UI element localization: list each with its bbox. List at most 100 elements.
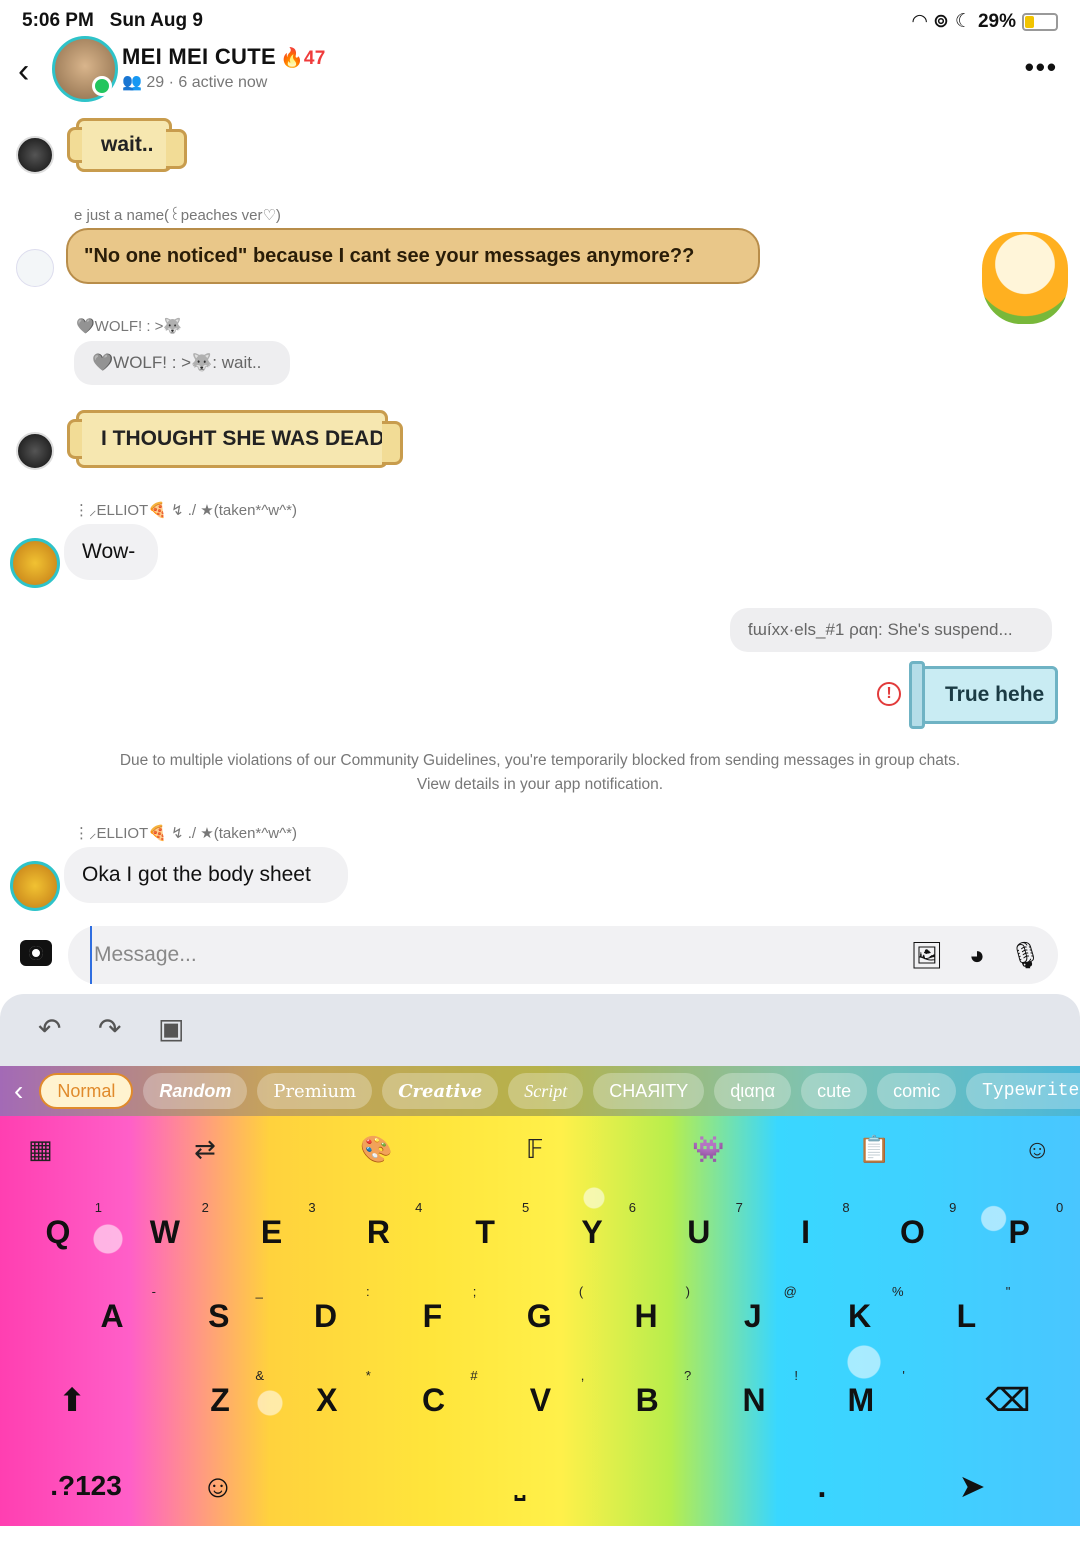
font-chip-diana[interactable]: ɖιαηα: [714, 1073, 792, 1109]
gallery-icon[interactable]: 🖼: [910, 938, 944, 972]
key-hint: &: [255, 1368, 264, 1383]
camera-icon[interactable]: [20, 940, 52, 966]
key-hint: 2: [201, 1200, 209, 1215]
shift-key[interactable]: ⬆: [22, 1364, 122, 1436]
message-bubble[interactable]: Wow-: [64, 524, 158, 580]
key-label: A: [100, 1297, 124, 1334]
font-chip-script[interactable]: Script: [508, 1073, 584, 1109]
avatar[interactable]: [16, 249, 54, 287]
font-chip-typewriter[interactable]: Typewriter: [966, 1073, 1080, 1109]
key-e[interactable]: E3: [222, 1196, 322, 1268]
message-bubble[interactable]: "No one noticed" because I cant see your…: [66, 228, 760, 284]
key-k[interactable]: K%: [810, 1280, 910, 1352]
key-n[interactable]: N!: [704, 1364, 804, 1436]
redo-icon[interactable]: ↷: [98, 1012, 121, 1045]
avatar[interactable]: [10, 861, 60, 911]
key-label: M: [847, 1381, 875, 1418]
sender-name: ⋮⸝ELLIOT🍕 ↯ ./ ★(taken*^w^*): [74, 502, 297, 519]
period-key[interactable]: .: [772, 1450, 872, 1522]
key-label: C: [422, 1381, 446, 1418]
members-icon: 👥: [122, 74, 142, 91]
message-composer: 🖼 ◕ 🎙: [0, 926, 1080, 984]
key-l[interactable]: L ": [916, 1280, 1016, 1352]
key-g[interactable]: G(: [489, 1280, 589, 1352]
key-f[interactable]: F;: [382, 1280, 482, 1352]
key-t[interactable]: T5: [435, 1196, 535, 1268]
notice-line: View details in your app notification.: [416, 776, 664, 793]
reply-preview[interactable]: ƭɯíxx·els_#1 ραη: She's suspend...: [730, 608, 1052, 652]
space-key[interactable]: ⎵: [300, 1450, 740, 1522]
font-chip-creative[interactable]: Creative: [382, 1073, 499, 1109]
avatar[interactable]: [16, 432, 54, 470]
key-q[interactable]: Q1: [8, 1196, 108, 1268]
avatar[interactable]: [16, 136, 54, 174]
translate-icon[interactable]: ⇄: [194, 1134, 216, 1165]
key-d[interactable]: D:: [276, 1280, 376, 1352]
backspace-key[interactable]: ⌫: [958, 1364, 1058, 1436]
key-c[interactable]: C #: [384, 1364, 484, 1436]
key-j[interactable]: J @: [703, 1280, 803, 1352]
key-b[interactable]: B?: [597, 1364, 697, 1436]
avatar[interactable]: [10, 538, 60, 588]
font-chip-random[interactable]: Random: [143, 1073, 248, 1109]
key-z[interactable]: Z &: [170, 1364, 270, 1436]
apps-grid-icon[interactable]: ▦: [28, 1134, 53, 1165]
key-hint: ,: [580, 1368, 585, 1383]
error-icon[interactable]: !: [877, 682, 901, 706]
wifi-icon: ◠: [912, 11, 927, 32]
font-chip-charity[interactable]: ϹHΑЯITY: [593, 1073, 705, 1109]
chat-subtitle: 👥 29 · 6 active now: [122, 74, 268, 91]
message-bubble[interactable]: Oka I got the body sheet: [64, 847, 348, 903]
key-label: N: [742, 1381, 766, 1418]
key-hint: 6: [628, 1200, 636, 1215]
font-icon[interactable]: 𝔽: [526, 1134, 544, 1165]
font-chip-premium[interactable]: Premium: [257, 1073, 373, 1109]
numbers-key[interactable]: .?123: [36, 1450, 136, 1522]
key-y[interactable]: Y6: [542, 1196, 642, 1268]
key-h[interactable]: H): [596, 1280, 696, 1352]
back-icon[interactable]: ‹: [18, 52, 29, 91]
key-x[interactable]: X *: [277, 1364, 377, 1436]
chat-title[interactable]: MEI MEI CUTE 🔥47: [122, 44, 326, 70]
reply-preview[interactable]: 🩶WOLF! : >🐺: wait..: [74, 341, 290, 385]
key-hint: 8: [842, 1200, 850, 1215]
font-chip-cute[interactable]: cute: [801, 1073, 868, 1109]
sender-name: ⋮⸝ELLIOT🍕 ↯ ./ ★(taken*^w^*): [74, 825, 297, 842]
font-chip-comic[interactable]: comic: [877, 1073, 957, 1109]
font-back-icon[interactable]: ‹: [14, 1075, 23, 1107]
key-m[interactable]: M ': [811, 1364, 911, 1436]
sender-name: 🩶WOLF! : >🐺: [76, 318, 183, 335]
font-chip-normal[interactable]: Normal: [39, 1073, 134, 1109]
key-i[interactable]: I8: [756, 1196, 856, 1268]
key-hint: 1: [94, 1200, 102, 1215]
key-label: Y: [581, 1213, 603, 1250]
clipboard-icon[interactable]: 📋: [858, 1134, 890, 1165]
sticker-icon[interactable]: ◕: [960, 938, 994, 972]
message-bubble[interactable]: I THOUGHT SHE WAS DEAD: [67, 410, 403, 468]
key-v[interactable]: V,: [490, 1364, 590, 1436]
key-label: S: [208, 1297, 230, 1334]
my-message-bubble[interactable]: True hehe: [909, 661, 1058, 729]
key-label: K: [848, 1297, 872, 1334]
key-s[interactable]: S _: [169, 1280, 269, 1352]
key-r[interactable]: R4: [328, 1196, 428, 1268]
microphone-icon[interactable]: 🎙: [1008, 938, 1042, 972]
key-p[interactable]: P0: [969, 1196, 1069, 1268]
emoji-key[interactable]: ☺: [168, 1450, 268, 1522]
undo-icon[interactable]: ↶: [38, 1012, 61, 1045]
key-w[interactable]: W2: [115, 1196, 215, 1268]
key-label: E: [260, 1213, 283, 1250]
key-a[interactable]: A-: [62, 1280, 162, 1352]
key-u[interactable]: U7: [649, 1196, 749, 1268]
game-icon[interactable]: 👾: [692, 1134, 724, 1165]
message-input[interactable]: [90, 926, 870, 984]
status-right: ◠ ⊚ ☾ 29%: [912, 10, 1058, 33]
key-o[interactable]: O9: [862, 1196, 962, 1268]
emoji-icon[interactable]: ☺: [1024, 1134, 1051, 1165]
message-bubble[interactable]: wait..: [67, 118, 187, 172]
key-label: D: [314, 1297, 338, 1334]
more-options-icon[interactable]: •••: [1025, 52, 1058, 83]
send-key[interactable]: ➤: [922, 1450, 1022, 1522]
clipboard-icon[interactable]: ▣: [158, 1012, 184, 1045]
palette-icon[interactable]: 🎨: [360, 1134, 392, 1165]
